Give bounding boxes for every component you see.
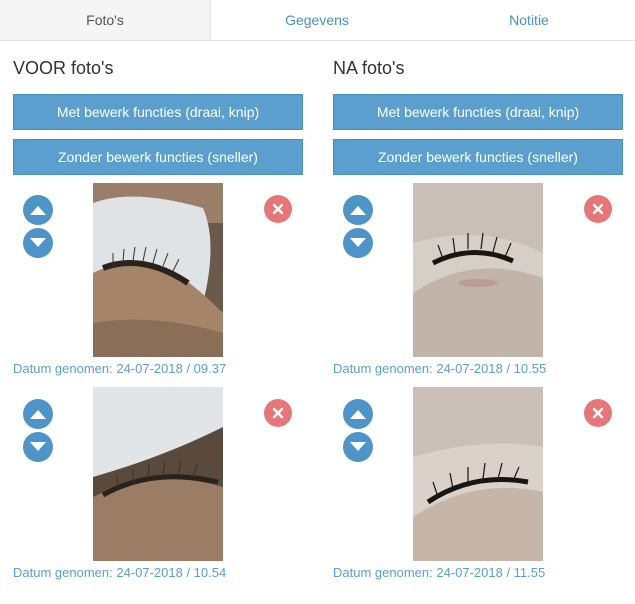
close-icon xyxy=(592,203,604,215)
move-up-button[interactable] xyxy=(343,195,373,225)
arrow-up-icon xyxy=(350,410,366,419)
tab-notitie[interactable]: Notitie xyxy=(423,0,635,40)
arrow-down-icon xyxy=(350,238,366,247)
delete-photo-button[interactable] xyxy=(584,399,612,427)
upload-with-edit-button[interactable]: Met bewerk functies (draai, knip) xyxy=(13,94,303,130)
close-icon xyxy=(272,203,284,215)
tab-gegevens[interactable]: Gegevens xyxy=(211,0,423,40)
close-icon xyxy=(272,407,284,419)
close-icon xyxy=(592,407,604,419)
photo-item: Datum genomen: 24-07-2018 / 09.37 xyxy=(13,183,313,383)
tab-fotos[interactable]: Foto's xyxy=(0,0,211,40)
move-up-button[interactable] xyxy=(23,195,53,225)
photo-date: Datum genomen: 24-07-2018 / 11.55 xyxy=(333,565,546,580)
voor-column: VOOR foto's Met bewerk functies (draai, … xyxy=(13,41,313,604)
upload-without-edit-button[interactable]: Zonder bewerk functies (sneller) xyxy=(333,139,623,175)
na-title: NA foto's xyxy=(333,58,405,78)
delete-photo-button[interactable] xyxy=(264,195,292,223)
eye-photo[interactable] xyxy=(93,183,223,357)
after-photo-image xyxy=(413,183,543,357)
delete-photo-button[interactable] xyxy=(264,399,292,427)
photo-item: Datum genomen: 24-07-2018 / 11.55 xyxy=(333,387,633,587)
move-down-button[interactable] xyxy=(23,228,53,258)
arrow-down-icon xyxy=(30,442,46,451)
eye-photo[interactable] xyxy=(413,387,543,561)
move-down-button[interactable] xyxy=(23,432,53,462)
eye-photo[interactable] xyxy=(93,387,223,561)
photo-date: Datum genomen: 24-07-2018 / 10.55 xyxy=(333,361,547,376)
arrow-down-icon xyxy=(350,442,366,451)
photo-item: Datum genomen: 24-07-2018 / 10.54 xyxy=(13,387,313,587)
arrow-up-icon xyxy=(350,206,366,215)
voor-title: VOOR foto's xyxy=(13,58,114,78)
before-photo-image xyxy=(93,387,223,561)
photo-date: Datum genomen: 24-07-2018 / 10.54 xyxy=(13,565,227,580)
upload-with-edit-button[interactable]: Met bewerk functies (draai, knip) xyxy=(333,94,623,130)
upload-without-edit-button[interactable]: Zonder bewerk functies (sneller) xyxy=(13,139,303,175)
photo-date: Datum genomen: 24-07-2018 / 09.37 xyxy=(13,361,227,376)
before-photo-image xyxy=(93,183,223,357)
move-up-button[interactable] xyxy=(23,399,53,429)
eye-photo[interactable] xyxy=(413,183,543,357)
na-column: NA foto's Met bewerk functies (draai, kn… xyxy=(333,41,633,604)
delete-photo-button[interactable] xyxy=(584,195,612,223)
after-photo-image xyxy=(413,387,543,561)
arrow-down-icon xyxy=(30,238,46,247)
arrow-up-icon xyxy=(30,206,46,215)
arrow-up-icon xyxy=(30,410,46,419)
move-down-button[interactable] xyxy=(343,228,373,258)
move-up-button[interactable] xyxy=(343,399,373,429)
move-down-button[interactable] xyxy=(343,432,373,462)
photo-item: Datum genomen: 24-07-2018 / 10.55 xyxy=(333,183,633,383)
tab-bar: Foto's Gegevens Notitie xyxy=(0,0,635,41)
